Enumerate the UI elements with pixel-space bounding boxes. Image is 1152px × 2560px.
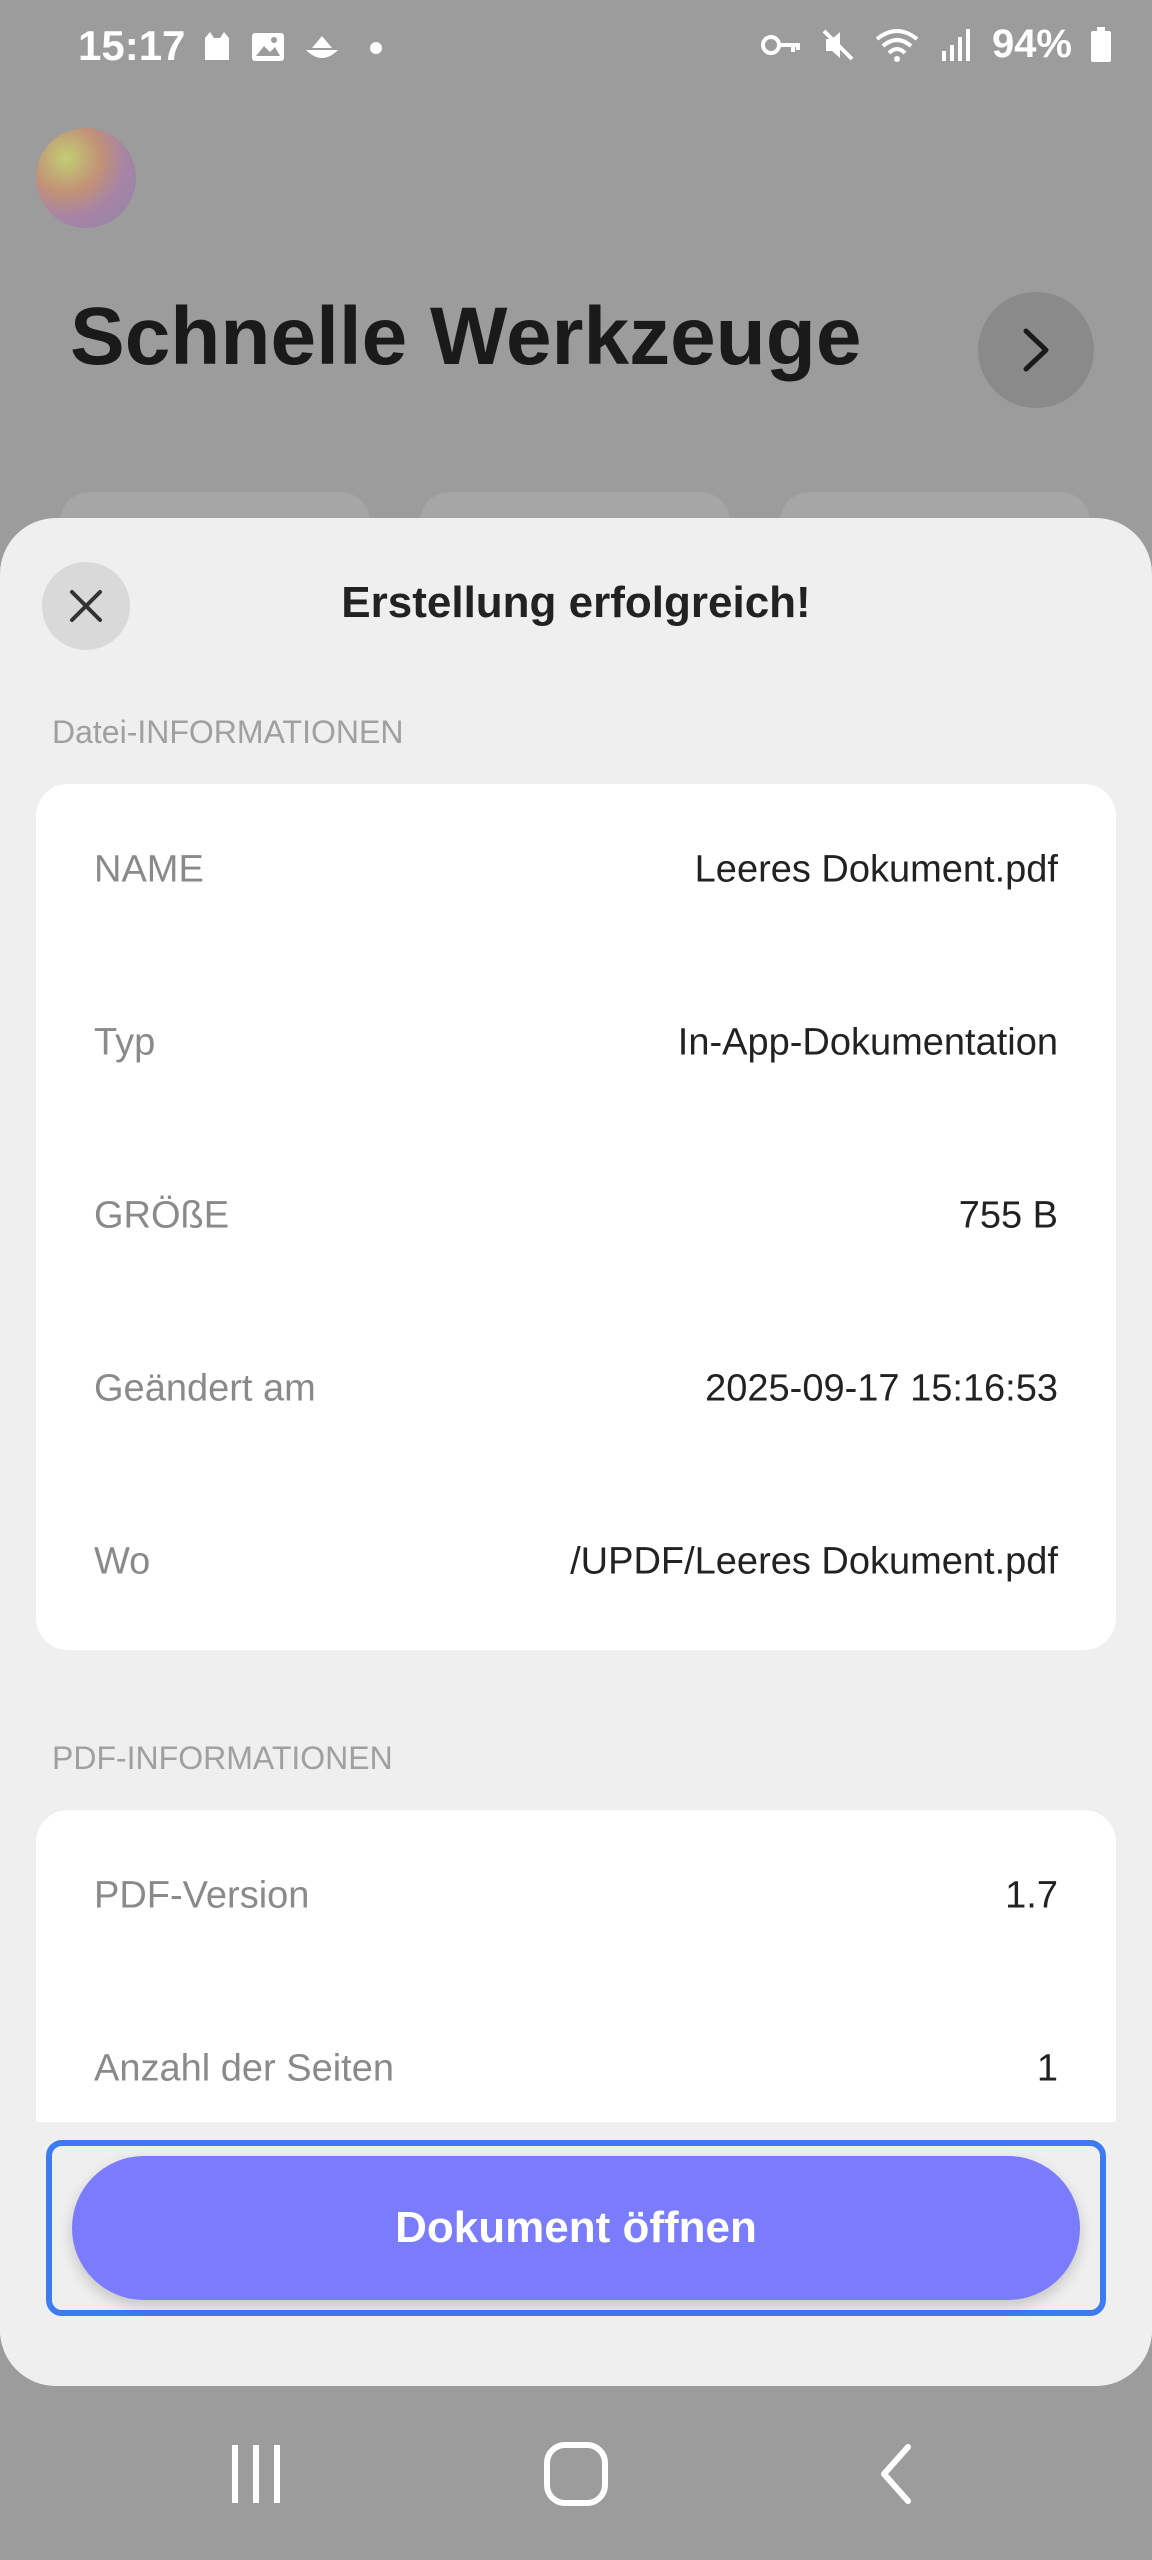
row-key: PDF-Version	[94, 1874, 310, 1917]
row-key: Wo	[94, 1540, 151, 1583]
sheet-title: Erstellung erfolgreich!	[341, 578, 811, 627]
file-size-row: GRÖßE 755 B	[36, 1130, 1116, 1302]
file-info-card: NAME Leeres Dokument.pdf Typ In-App-Doku…	[36, 784, 1116, 1650]
back-button[interactable]	[836, 2426, 956, 2522]
pdf-info-section-label: PDF-INFORMATIONEN	[52, 1740, 393, 1776]
row-value: 755 B	[958, 1194, 1058, 1237]
row-value: 1	[1036, 2047, 1058, 2090]
recent-apps-button[interactable]	[196, 2426, 316, 2522]
key-icon	[760, 34, 800, 55]
row-key: GRÖßE	[94, 1194, 230, 1237]
cat-notification-icon	[205, 32, 229, 60]
row-value: /UPDF/Leeres Dokument.pdf	[570, 1540, 1058, 1583]
open-document-button[interactable]: Dokument öffnen	[72, 2156, 1080, 2300]
status-left-icons	[200, 30, 388, 64]
row-value: 1.7	[1005, 1874, 1058, 1917]
dot-icon	[370, 42, 382, 54]
status-time: 15:17	[78, 22, 186, 69]
avatar[interactable]	[36, 128, 136, 228]
image-icon	[252, 33, 284, 61]
home-button[interactable]	[516, 2426, 636, 2522]
cloud-sync-icon	[306, 36, 338, 58]
recent-apps-icon	[232, 2445, 280, 2503]
mute-icon	[822, 29, 854, 60]
battery-percent: 94%	[991, 22, 1072, 66]
success-sheet: Erstellung erfolgreich! Datei-INFORMATIO…	[0, 518, 1152, 2386]
file-info-section-label: Datei-INFORMATIONEN	[52, 714, 404, 750]
file-modified-row: Geändert am 2025-09-17 15:16:53	[36, 1303, 1116, 1475]
row-value: 2025-09-17 15:16:53	[705, 1367, 1058, 1410]
status-right-icons: 94%	[760, 22, 1112, 67]
signal-icon	[941, 28, 970, 61]
home-icon	[544, 2442, 608, 2506]
row-key: NAME	[94, 848, 204, 891]
file-name-row: NAME Leeres Dokument.pdf	[36, 784, 1116, 956]
navigation-bar	[0, 2386, 1152, 2560]
file-type-row: Typ In-App-Dokumentation	[36, 957, 1116, 1129]
row-value: In-App-Dokumentation	[677, 1021, 1058, 1064]
page-title: Schnelle Werkzeuge	[70, 291, 862, 382]
row-key: Anzahl der Seiten	[94, 2047, 394, 2090]
pdf-version-row: PDF-Version 1.7	[36, 1810, 1116, 1982]
chevron-right-icon	[1023, 328, 1049, 372]
wifi-icon	[875, 28, 919, 62]
next-button[interactable]	[978, 292, 1094, 408]
back-icon	[881, 2444, 911, 2504]
file-location-row: Wo /UPDF/Leeres Dokument.pdf	[36, 1476, 1116, 1648]
row-value: Leeres Dokument.pdf	[694, 848, 1058, 891]
battery-icon	[1091, 26, 1111, 62]
row-key: Geändert am	[94, 1367, 316, 1410]
row-key: Typ	[94, 1021, 156, 1064]
status-bar: 15:17 94%	[0, 0, 1152, 100]
